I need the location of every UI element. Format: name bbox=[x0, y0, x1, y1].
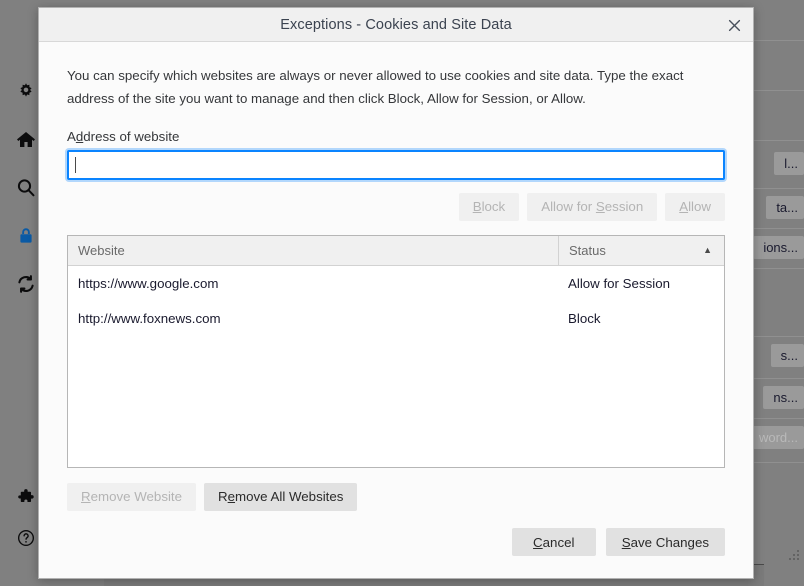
exceptions-list: Website Status ▲ https://www.google.com … bbox=[67, 235, 725, 468]
puzzle-icon[interactable] bbox=[12, 484, 40, 512]
background-button[interactable]: ions... bbox=[753, 236, 804, 259]
text-caret bbox=[75, 157, 76, 173]
session-accesskey: S bbox=[596, 199, 605, 214]
address-input[interactable] bbox=[67, 150, 725, 180]
home-icon[interactable] bbox=[12, 126, 40, 154]
block-label-post: lock bbox=[482, 199, 506, 214]
list-body: https://www.google.com Allow for Session… bbox=[68, 266, 724, 467]
save-post: ave Changes bbox=[631, 535, 709, 550]
column-header-status[interactable]: Status ▲ bbox=[558, 236, 724, 265]
cancel-post: ancel bbox=[543, 535, 575, 550]
column-header-website-label: Website bbox=[78, 243, 125, 258]
address-label-pre: A bbox=[67, 129, 76, 144]
address-label-post: dress of website bbox=[83, 129, 179, 144]
remove-website-post: emove Website bbox=[91, 489, 182, 504]
cancel-accesskey: C bbox=[533, 535, 543, 550]
save-accesskey: S bbox=[622, 535, 631, 550]
session-label-pre: Allow for bbox=[541, 199, 596, 214]
remove-all-post: move All Websites bbox=[235, 489, 343, 504]
block-button[interactable]: Block bbox=[459, 193, 520, 221]
remove-button-row: Remove Website Remove All Websites bbox=[67, 483, 725, 511]
remove-website-accesskey: R bbox=[81, 489, 91, 504]
remove-all-accesskey: e bbox=[228, 489, 235, 504]
dialog-titlebar: Exceptions - Cookies and Site Data bbox=[39, 8, 753, 42]
allow-label-post: llow bbox=[688, 199, 711, 214]
cancel-button[interactable]: Cancel bbox=[512, 528, 596, 556]
background-button[interactable]: l... bbox=[774, 152, 804, 175]
dialog-title: Exceptions - Cookies and Site Data bbox=[280, 17, 512, 33]
dialog-description: You can specify which websites are alway… bbox=[67, 64, 725, 111]
help-icon[interactable] bbox=[12, 524, 40, 552]
exceptions-dialog: Exceptions - Cookies and Site Data You c… bbox=[38, 7, 754, 579]
search-icon[interactable] bbox=[12, 174, 40, 202]
background-button[interactable]: s... bbox=[771, 344, 804, 367]
block-accesskey: B bbox=[473, 199, 482, 214]
screen: l... ta... ions... s... ns... word... bbox=[0, 0, 804, 586]
column-header-status-label: Status bbox=[569, 243, 606, 258]
table-row[interactable]: https://www.google.com Allow for Session bbox=[68, 266, 724, 301]
session-label-post: ession bbox=[605, 199, 643, 214]
cell-website: http://www.foxnews.com bbox=[68, 311, 558, 326]
background-button: word... bbox=[749, 426, 804, 449]
dialog-footer: Cancel Save Changes bbox=[39, 528, 753, 578]
background-button[interactable]: ta... bbox=[766, 196, 804, 219]
cell-status: Allow for Session bbox=[558, 276, 724, 291]
list-header: Website Status ▲ bbox=[68, 236, 724, 266]
allow-button[interactable]: Allow bbox=[665, 193, 725, 221]
remove-all-pre: R bbox=[218, 489, 228, 504]
cell-status: Block bbox=[558, 311, 724, 326]
gear-icon[interactable] bbox=[12, 78, 40, 106]
cell-website: https://www.google.com bbox=[68, 276, 558, 291]
sync-icon[interactable] bbox=[12, 270, 40, 298]
save-changes-button[interactable]: Save Changes bbox=[606, 528, 725, 556]
close-icon[interactable] bbox=[719, 11, 749, 39]
background-button[interactable]: ns... bbox=[763, 386, 804, 409]
allow-for-session-button[interactable]: Allow for Session bbox=[527, 193, 657, 221]
allow-accesskey: A bbox=[679, 199, 688, 214]
remove-all-websites-button[interactable]: Remove All Websites bbox=[204, 483, 357, 511]
remove-website-button[interactable]: Remove Website bbox=[67, 483, 196, 511]
sort-ascending-icon: ▲ bbox=[703, 245, 712, 255]
table-row[interactable]: http://www.foxnews.com Block bbox=[68, 301, 724, 336]
address-field-label: Address of website bbox=[67, 129, 725, 144]
lock-icon[interactable] bbox=[12, 222, 40, 250]
dialog-body: You can specify which websites are alway… bbox=[39, 42, 753, 528]
resize-grip[interactable] bbox=[789, 550, 801, 562]
column-header-website[interactable]: Website bbox=[68, 236, 558, 265]
permission-button-row: Block Allow for Session Allow bbox=[67, 193, 725, 221]
